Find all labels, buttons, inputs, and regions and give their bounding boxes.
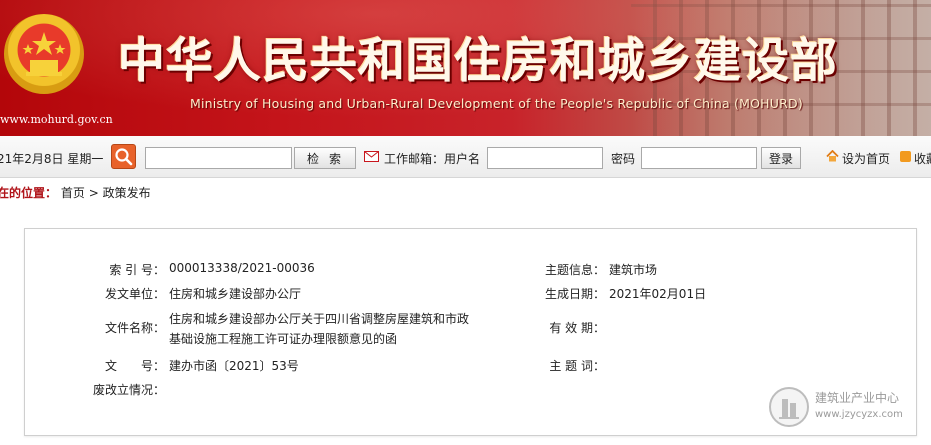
document-info-panel: 索 引 号： 000013338/2021-00036 主题信息： 建筑市场 发… [24,228,917,436]
issuer-label: 发文单位： [104,287,165,301]
validity-label: 有 效 期： [549,321,605,335]
favorite-icon[interactable] [900,151,911,162]
password-field[interactable] [641,147,757,169]
status-label: 废改立情况： [92,383,165,397]
info-row-filename: 文件名称： 住房和城乡建设部办公厅关于四川省调整房屋建筑和市政 基础设施工程施工… [25,309,918,353]
search-button[interactable]: 检索 [294,147,356,169]
filename-line-1: 住房和城乡建设部办公厅关于四川省调整房屋建筑和市政 [169,312,470,326]
header-banner: 中华人民共和国住房和城乡建设部 Ministry of Housing and … [0,0,931,136]
site-title: 中华人民共和国住房和城乡建设部 [118,34,838,89]
watermark-url: www.jzycyzx.com [815,409,903,420]
breadcrumb: 在的位置： 首页 > 政策发布 [0,184,151,201]
date-label: 生成日期： [544,287,605,301]
magnifier-icon[interactable] [111,144,136,169]
add-favorite-link[interactable]: 收藏 [914,150,931,167]
site-url[interactable]: www.mohurd.gov.cn [0,113,113,126]
watermark-name: 建筑业产业中心 [815,391,900,405]
national-emblem-icon [4,14,84,94]
breadcrumb-separator: > [88,186,99,200]
home-icon[interactable] [826,149,839,165]
issuer-value: 住房和城乡建设部办公厅 [169,287,302,301]
filename-value: 住房和城乡建设部办公厅关于四川省调整房屋建筑和市政 基础设施工程施工许可证办理限… [169,309,469,349]
date-value: 2021年02月01日 [609,287,707,301]
username-field[interactable] [487,147,603,169]
topic-value: 建筑市场 [609,263,658,277]
mail-icon [364,151,379,165]
top-toolbar: 21年2月8日 星期一 检索 工作邮箱：用户名 密码 登录 设为首页 收藏 [0,136,931,178]
index-label: 索 引 号： [109,263,165,277]
building-logo-icon [769,387,809,427]
work-mail-label: 工作邮箱：用户名 [384,152,481,166]
current-date: 21年2月8日 星期一 [0,152,104,166]
search-input[interactable] [145,147,292,169]
breadcrumb-prefix: 在的位置： [0,186,58,200]
set-homepage-link[interactable]: 设为首页 [842,150,890,167]
docno-label: 文 号： [104,359,165,373]
filename-label: 文件名称： [104,321,165,335]
topic-label: 主题信息： [544,263,605,277]
breadcrumb-current[interactable]: 政策发布 [103,186,151,200]
watermark-logo: 建筑业产业中心 www.jzycyzx.com [769,385,909,431]
login-button[interactable]: 登录 [761,147,801,169]
docno-value: 建办市函〔2021〕53号 [169,359,299,373]
keywords-label: 主 题 词： [549,359,605,373]
breadcrumb-home[interactable]: 首页 [61,186,85,200]
index-value: 000013338/2021-00036 [169,261,315,275]
password-label: 密码 [611,152,636,166]
filename-line-2: 基础设施工程施工许可证办理限额意见的函 [169,332,398,346]
site-subtitle-en: Ministry of Housing and Urban-Rural Deve… [190,96,803,111]
